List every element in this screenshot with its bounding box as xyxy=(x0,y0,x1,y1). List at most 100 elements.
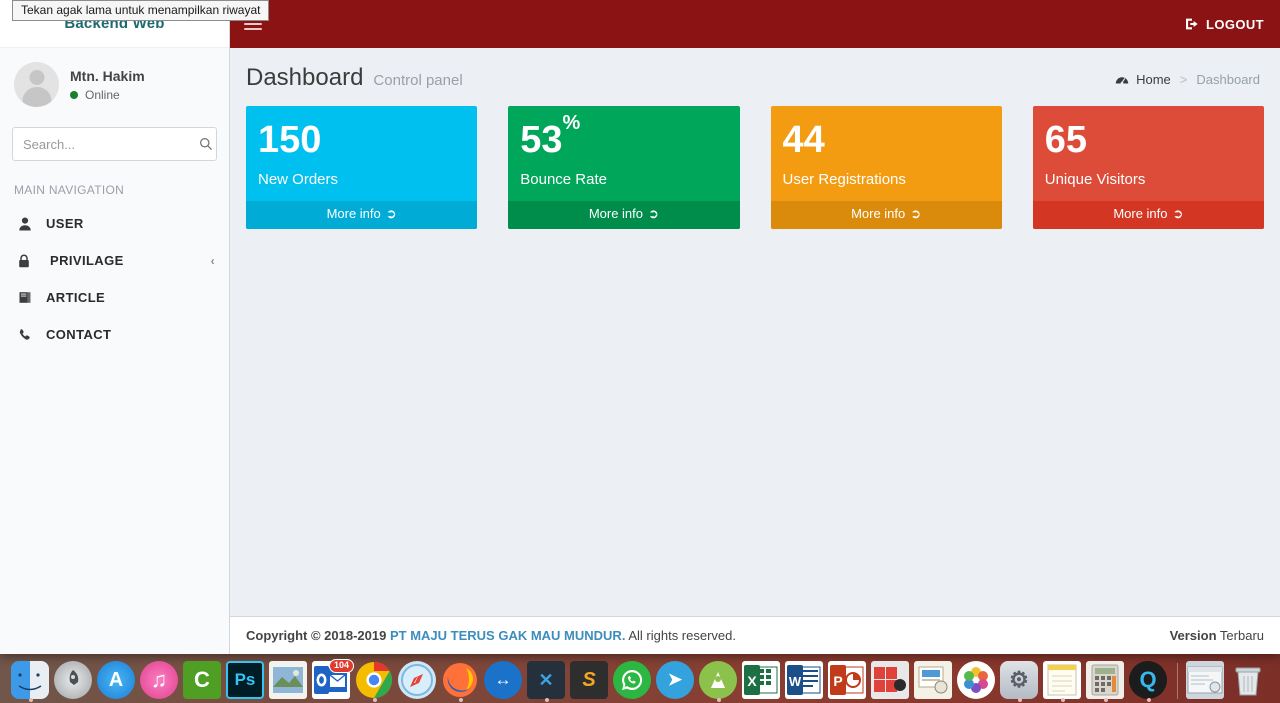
svg-text:W: W xyxy=(789,674,802,689)
breadcrumb-home[interactable]: Home xyxy=(1136,72,1171,87)
dock-item-photoshop[interactable]: Ps xyxy=(226,661,266,701)
gear-glyph: ⚙ xyxy=(1009,667,1029,692)
dock-item-preview[interactable] xyxy=(914,661,954,701)
dock-item-excel[interactable]: X xyxy=(742,661,782,701)
company-link[interactable]: PT MAJU TERUS GAK MAU MUNDUR. xyxy=(390,628,625,643)
sidebar-item-user[interactable]: USER xyxy=(0,205,229,242)
running-indicator xyxy=(1147,698,1151,702)
info-box-label: User Registrations xyxy=(782,171,906,188)
sidebar: Backend Web Mtn. Hakim Online Search... … xyxy=(0,0,230,654)
info-box-row: 150 New Orders More info ➲ 53% Bounce Rat… xyxy=(230,102,1280,229)
dock-item-telegram[interactable]: ➤ xyxy=(656,661,696,701)
app-store-glyph: A xyxy=(108,668,124,691)
info-box-more-info[interactable]: More info ➲ xyxy=(246,201,478,229)
dock-item-photos[interactable] xyxy=(957,661,997,701)
search-input[interactable] xyxy=(23,136,199,152)
camtasia-glyph: C xyxy=(194,667,210,692)
dock-item-notes[interactable] xyxy=(1043,661,1083,702)
circle-arrow-right-icon: ➲ xyxy=(648,206,659,221)
breadcrumb-separator: > xyxy=(1179,71,1188,87)
dock-item-whatsapp[interactable] xyxy=(613,661,653,701)
dock-item-app-store[interactable]: A xyxy=(97,661,137,701)
info-box-number: 150 xyxy=(258,119,322,161)
user-status-label: Online xyxy=(85,87,120,102)
breadcrumb-current: Dashboard xyxy=(1196,71,1260,87)
chevron-left-icon[interactable]: ‹ xyxy=(211,254,215,268)
notification-badge: 104 xyxy=(328,659,354,673)
sidebar-item-label: CONTACT xyxy=(46,327,112,342)
info-box-more-info[interactable]: More info ➲ xyxy=(1032,201,1264,229)
running-indicator xyxy=(459,698,463,702)
svg-text:P: P xyxy=(833,673,842,689)
dock-item-firefox[interactable] xyxy=(441,661,481,702)
quicktime-icon: Q xyxy=(1129,661,1167,699)
sidebar-search xyxy=(0,127,229,161)
breadcrumb: Home > Dashboard xyxy=(1115,72,1260,87)
browser-tooltip: Tekan agak lama untuk menampilkan riwaya… xyxy=(12,0,270,21)
info-box-more-info[interactable]: More info ➲ xyxy=(770,201,1002,229)
info-box-body: 65 Unique Visitors xyxy=(1033,106,1264,201)
safari-compass-icon xyxy=(401,664,433,696)
sidebar-item-privilage[interactable]: PRIVILAGE ‹ xyxy=(0,242,229,279)
version-label: Version xyxy=(1169,628,1217,643)
user-panel[interactable]: Mtn. Hakim Online xyxy=(0,48,229,119)
trash-icon xyxy=(1235,667,1261,696)
info-box-number: 44 xyxy=(782,119,825,161)
circle-arrow-right-icon: ➲ xyxy=(910,206,922,221)
dock-item-trash[interactable] xyxy=(1229,661,1269,701)
dock-item-vscode[interactable]: ✕ xyxy=(527,661,567,702)
info-box-suffix: % xyxy=(562,112,581,135)
nav-section-header: MAIN NAVIGATION xyxy=(14,183,125,197)
gear-icon: ⚙ xyxy=(1000,661,1038,699)
copyright-text: Copyright © 2018-2019 xyxy=(246,628,387,643)
quicktime-glyph: Q xyxy=(1139,667,1157,692)
dock-item-launchpad[interactable] xyxy=(54,661,94,701)
photoshop-glyph: Ps xyxy=(234,670,256,689)
logout-button[interactable]: LOGOUT xyxy=(1185,17,1264,32)
dock-item-chrome[interactable] xyxy=(355,661,395,702)
footer-version: Version Terbaru xyxy=(1170,628,1264,643)
dock-item-quicktime[interactable]: Q xyxy=(1129,661,1169,702)
circle-arrow-right-icon: ➲ xyxy=(1172,206,1184,221)
info-box-body: 53% Bounce Rate xyxy=(508,106,739,201)
preview-icon xyxy=(918,666,948,694)
desktop-background: Backend Web Mtn. Hakim Online Search... … xyxy=(0,0,1280,703)
android-studio-icon xyxy=(711,672,725,688)
sidebar-item-contact[interactable]: CONTACT xyxy=(0,316,229,353)
photo-booth-icon xyxy=(874,667,906,692)
photoshop-icon: Ps xyxy=(226,661,264,699)
dock-item-outlook[interactable]: 104 xyxy=(312,659,354,701)
dock-item-calculator[interactable] xyxy=(1086,661,1126,702)
dock-item-word[interactable]: W xyxy=(785,661,825,701)
sublime-glyph: S xyxy=(582,668,596,691)
more-info-label: More info xyxy=(588,206,644,221)
dock-item-sublime-text[interactable]: S xyxy=(570,661,610,701)
search-icon[interactable] xyxy=(199,137,213,151)
dock-item-teamviewer[interactable]: ↔ xyxy=(484,661,524,701)
firefox-icon xyxy=(443,663,477,697)
running-indicator xyxy=(373,698,377,702)
dock-item-powerpoint[interactable]: P xyxy=(828,661,868,701)
sidebar-item-article[interactable]: ARTICLE xyxy=(0,279,229,316)
running-indicator xyxy=(1018,698,1022,702)
page-heading: Dashboard Control panel xyxy=(246,64,463,92)
content-header: Dashboard Control panel Home > Dashboard xyxy=(230,48,1280,102)
dock-item-finder[interactable] xyxy=(11,661,51,702)
dock-item-camtasia[interactable]: C xyxy=(183,661,223,701)
app-store-icon: A xyxy=(97,661,135,699)
dock-item-system-preferences[interactable]: ⚙ xyxy=(1000,661,1040,702)
page-title: Dashboard xyxy=(246,64,364,91)
dock-item-itunes[interactable]: ♫ xyxy=(140,661,180,701)
mail-stamp-icon xyxy=(273,667,303,693)
excel-icon: X xyxy=(744,665,778,695)
dock-item-window-thumbnail[interactable] xyxy=(1186,661,1226,701)
info-box-number: 53 xyxy=(520,119,563,161)
search-box[interactable] xyxy=(12,127,217,161)
telegram-glyph: ➤ xyxy=(667,670,683,689)
info-box-more-info[interactable]: More info ➲ xyxy=(508,201,740,229)
dock-item-mail[interactable] xyxy=(269,661,309,701)
dock-item-android-studio[interactable] xyxy=(699,661,739,702)
dock-item-safari[interactable] xyxy=(398,661,438,701)
notes-icon xyxy=(1047,664,1077,696)
dock-item-photo-booth[interactable] xyxy=(871,661,911,701)
